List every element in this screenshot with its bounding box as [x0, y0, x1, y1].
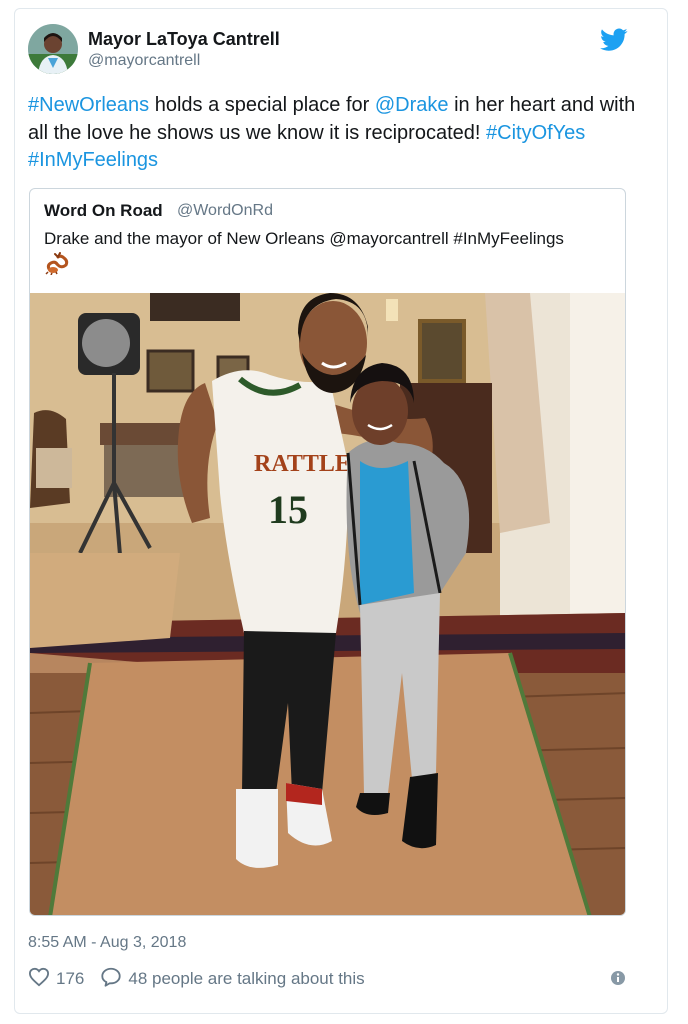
like-button[interactable]: 176	[28, 967, 84, 992]
svg-text:15: 15	[268, 487, 308, 532]
tweet-photo[interactable]: RATTLER 15	[30, 293, 626, 916]
quoted-author-name[interactable]: Word On Road	[44, 201, 163, 221]
mention-drake-link[interactable]: @Drake	[375, 94, 449, 116]
conversation-link[interactable]: 48 people are talking about this	[100, 966, 365, 993]
twitter-bird-icon[interactable]	[600, 28, 628, 52]
quoted-tweet-text: Drake and the mayor of New Orleans @mayo…	[44, 229, 564, 248]
author-avatar[interactable]	[28, 24, 78, 74]
quoted-author-handle[interactable]: @WordOnRd	[177, 202, 273, 220]
like-count: 176	[56, 969, 85, 988]
tweet-text-segment: holds a special place for	[149, 94, 375, 116]
author-handle[interactable]: @mayorcantrell	[88, 52, 200, 70]
tweet-text: #NewOrleans holds a special place for @D…	[28, 92, 638, 175]
quoted-tweet[interactable]: Word On Road @WordOnRd Drake and the may…	[29, 188, 626, 916]
scorpion-emoji-icon	[44, 251, 70, 276]
hashtag-neworleans-link[interactable]: #NewOrleans	[28, 94, 149, 116]
hashtag-inmyfeelings-link[interactable]: #InMyFeelings	[28, 149, 158, 171]
hashtag-cityofyes-link[interactable]: #CityOfYes	[486, 122, 585, 144]
heart-icon	[28, 967, 56, 992]
talking-count-text: 48 people are talking about this	[128, 969, 365, 988]
info-icon[interactable]	[608, 968, 628, 988]
author-name[interactable]: Mayor LaToya Cantrell	[88, 29, 280, 50]
tweet-actions: 176 48 people are talking about this	[28, 966, 381, 992]
tweet-timestamp[interactable]: 8:55 AM - Aug 3, 2018	[28, 934, 186, 952]
speech-bubble-icon	[100, 966, 128, 993]
